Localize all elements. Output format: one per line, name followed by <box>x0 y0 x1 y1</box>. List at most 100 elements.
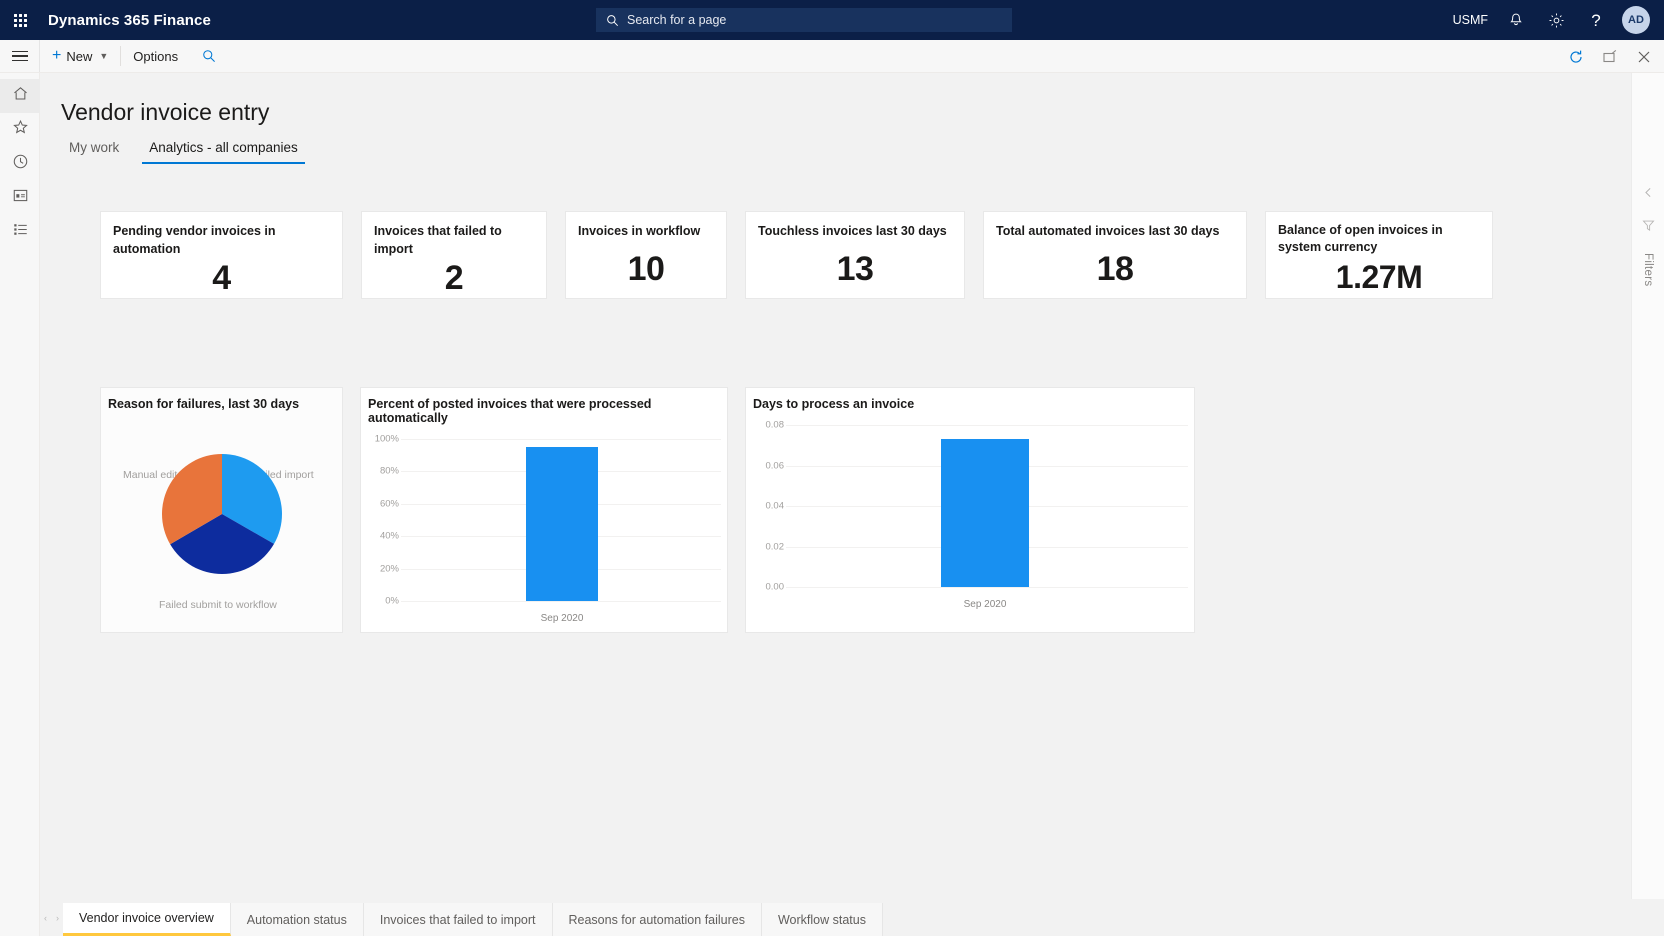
y-axis-tick-label: 0.00 <box>750 582 784 593</box>
kpi-value: 2 <box>374 258 534 298</box>
bar-chart-area-days: 0.00 0.02 0.04 0.06 0.08 Sep 2020 <box>746 411 1194 626</box>
bell-icon[interactable] <box>1496 0 1536 40</box>
new-button-label: New <box>66 49 92 64</box>
bottom-tab-workflow-status[interactable]: Workflow status <box>762 903 883 936</box>
bottom-tab-reasons-for-automation-failures[interactable]: Reasons for automation failures <box>553 903 762 936</box>
bar-chart-area-percent: 0% 20% 40% 60% 80% 100% Sep 2020 <box>361 425 727 640</box>
kpi-label: Balance of open invoices in system curre… <box>1278 222 1480 256</box>
x-axis-tick-label: Sep 2020 <box>964 599 1007 610</box>
tab-my-work[interactable]: My work <box>62 137 126 164</box>
rail-item-home[interactable] <box>0 79 40 113</box>
rail-item-workspaces[interactable] <box>0 181 40 215</box>
page-tabs: My work Analytics - all companies <box>62 137 305 164</box>
new-button[interactable]: + New ▼ <box>40 40 120 72</box>
page-content: Vendor invoice entry My work Analytics -… <box>40 73 1664 936</box>
bottom-tab-automation-status[interactable]: Automation status <box>231 903 364 936</box>
close-icon[interactable] <box>1634 47 1654 67</box>
search-icon <box>606 14 619 27</box>
y-axis-tick-label: 0% <box>365 596 399 607</box>
avatar[interactable]: AD <box>1622 6 1650 34</box>
kpi-tile-invoices-failed-import[interactable]: Invoices that failed to import 2 <box>361 211 547 299</box>
bottom-tab-strip: ‹ › Vendor invoice overview Automation s… <box>40 899 1664 936</box>
chart-bar[interactable] <box>526 447 598 601</box>
kpi-tile-row: Pending vendor invoices in automation 4 … <box>100 211 1493 299</box>
chart-title: Percent of posted invoices that were pro… <box>361 388 727 425</box>
top-bar-actions: USMF ? AD <box>1445 0 1664 40</box>
command-bar: + New ▼ Options <box>0 40 1664 73</box>
workspace-icon <box>12 187 29 209</box>
app-launcher-icon[interactable] <box>0 0 40 40</box>
chart-bar[interactable] <box>941 439 1029 587</box>
kpi-value: 1.27M <box>1278 256 1480 298</box>
global-search-box[interactable]: Search for a page <box>596 8 1012 32</box>
rail-item-recent[interactable] <box>0 147 40 181</box>
page-title: Vendor invoice entry <box>61 99 269 126</box>
global-search-placeholder: Search for a page <box>627 13 726 27</box>
y-axis-tick-label: 60% <box>365 498 399 509</box>
command-bar-right-actions <box>1566 40 1654 73</box>
chart-title: Reason for failures, last 30 days <box>101 388 342 411</box>
filters-label[interactable]: Filters <box>1642 253 1654 286</box>
funnel-icon[interactable] <box>1642 219 1655 237</box>
bottom-tab-vendor-invoice-overview[interactable]: Vendor invoice overview <box>63 903 231 936</box>
kpi-label: Invoices in workflow <box>578 222 714 240</box>
hamburger-icon[interactable] <box>0 40 40 72</box>
question-icon[interactable]: ? <box>1576 0 1616 40</box>
tab-analytics-all-companies[interactable]: Analytics - all companies <box>142 137 305 164</box>
home-icon <box>12 85 29 107</box>
command-search-icon[interactable] <box>190 40 228 72</box>
x-axis-tick-label: Sep 2020 <box>541 613 584 624</box>
chart-card-days-to-process-invoice[interactable]: Days to process an invoice 0.000.020.040… <box>745 387 1195 633</box>
gear-icon[interactable] <box>1536 0 1576 40</box>
modules-list-icon <box>12 221 29 243</box>
kpi-tile-pending-vendor-invoices[interactable]: Pending vendor invoices in automation 4 <box>100 211 343 299</box>
chart-card-reason-for-failures[interactable]: Reason for failures, last 30 days Manual… <box>100 387 343 633</box>
y-axis-tick-label: 80% <box>365 466 399 477</box>
options-button[interactable]: Options <box>121 40 190 72</box>
kpi-label: Invoices that failed to import <box>374 222 534 258</box>
filter-pane-rail: Filters <box>1631 73 1664 936</box>
kpi-tile-touchless-invoices[interactable]: Touchless invoices last 30 days 13 <box>745 211 965 299</box>
left-navigation-rail <box>0 73 40 936</box>
chart-gridline <box>401 439 721 440</box>
open-in-new-window-icon[interactable] <box>1600 47 1620 67</box>
y-axis-tick-label: 100% <box>365 434 399 445</box>
bottom-tab-scroll-arrows: ‹ › <box>40 899 63 936</box>
top-navigation-bar: Dynamics 365 Finance Search for a page U… <box>0 0 1664 40</box>
y-axis-tick-label: 0.08 <box>750 420 784 431</box>
bottom-tab-prev-arrow[interactable]: ‹ <box>44 913 47 923</box>
chevron-left-icon[interactable] <box>1643 185 1654 203</box>
chart-gridline <box>401 601 721 602</box>
kpi-label: Total automated invoices last 30 days <box>996 222 1234 240</box>
rail-item-favorites[interactable] <box>0 113 40 147</box>
kpi-value: 18 <box>996 240 1234 298</box>
kpi-value: 4 <box>113 258 330 298</box>
pie-chart-svg <box>101 411 344 616</box>
kpi-label: Touchless invoices last 30 days <box>758 222 952 240</box>
chart-title: Days to process an invoice <box>746 388 1194 411</box>
kpi-value: 10 <box>578 240 714 298</box>
y-axis-tick-label: 0.04 <box>750 501 784 512</box>
kpi-label: Pending vendor invoices in automation <box>113 222 330 258</box>
chart-gridline <box>786 587 1188 588</box>
app-title[interactable]: Dynamics 365 Finance <box>48 12 211 29</box>
bottom-tab-invoices-that-failed-to-import[interactable]: Invoices that failed to import <box>364 903 553 936</box>
pie-chart-area: Manual edit Failed import Failed submit … <box>101 411 342 616</box>
bottom-tab-next-arrow[interactable]: › <box>56 913 59 923</box>
refresh-icon[interactable] <box>1566 47 1586 67</box>
rail-item-modules[interactable] <box>0 215 40 249</box>
kpi-tile-invoices-in-workflow[interactable]: Invoices in workflow 10 <box>565 211 727 299</box>
y-axis-tick-label: 0.06 <box>750 460 784 471</box>
kpi-value: 13 <box>758 240 952 298</box>
kpi-tile-balance-open-invoices[interactable]: Balance of open invoices in system curre… <box>1265 211 1493 299</box>
chevron-down-icon: ▼ <box>99 51 108 61</box>
clock-icon <box>12 153 29 175</box>
star-icon <box>12 119 29 141</box>
company-selector[interactable]: USMF <box>1445 0 1496 40</box>
y-axis-tick-label: 20% <box>365 563 399 574</box>
y-axis-tick-label: 0.02 <box>750 541 784 552</box>
y-axis-tick-label: 40% <box>365 531 399 542</box>
kpi-tile-total-automated-invoices[interactable]: Total automated invoices last 30 days 18 <box>983 211 1247 299</box>
chart-gridline <box>786 425 1188 426</box>
chart-card-percent-processed-automatically[interactable]: Percent of posted invoices that were pro… <box>360 387 728 633</box>
